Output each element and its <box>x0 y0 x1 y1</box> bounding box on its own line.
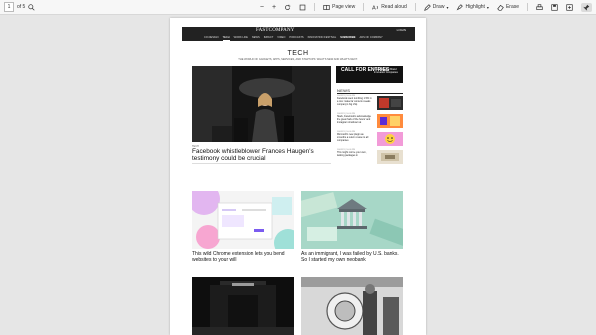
nav-item[interactable]: VIDEO <box>277 35 285 41</box>
page-view-button[interactable]: Page view <box>323 4 355 11</box>
draw-button[interactable]: Draw ▾ <box>423 3 448 11</box>
card-title: As an immigrant, I was failed by U.S. ba… <box>301 251 399 263</box>
card-image <box>192 191 294 249</box>
page-view-icon <box>323 4 330 11</box>
section-title: TECH <box>287 50 309 57</box>
zoom-out-button[interactable]: − <box>260 4 264 11</box>
erase-button[interactable]: Erase <box>497 4 519 11</box>
toolbar-separator <box>414 3 416 11</box>
page-navigation: 1 of 5 <box>4 2 35 12</box>
nav-item[interactable]: INNOVATION FESTIVAL <box>308 35 337 41</box>
news-text: Facebook went tumbling 1.5% in a row: ma… <box>337 97 372 106</box>
news-text: Microsoft's new plugin as smooths a retu… <box>337 133 369 142</box>
pdf-page: FASTCOMPANY LOGIN CO.DESIGN TECH WORK LI… <box>170 18 426 335</box>
read-aloud-button[interactable]: A Read aloud <box>372 4 407 11</box>
pdf-toolbar: 1 of 5 − + Page view A Read aloud Draw ▾… <box>0 0 596 15</box>
card-title: This wild Chrome extension lets you bend… <box>192 251 285 263</box>
highlight-button[interactable]: Highlight ▾ <box>456 3 489 11</box>
chevron-down-icon[interactable]: ▾ <box>487 5 489 10</box>
erase-label: Erase <box>505 4 519 10</box>
news-item[interactable]: 10/05/21 | 10:00 PM This might not be yo… <box>337 149 403 166</box>
news-thumbnail <box>377 96 403 110</box>
nav-item-active[interactable]: TECH <box>222 35 230 41</box>
svg-text:A: A <box>372 5 376 10</box>
toolbar-separator <box>363 3 365 11</box>
read-aloud-icon: A <box>372 4 379 11</box>
section-subtitle: THE WORLD OF GADGETS, APPS, SERVICES, AN… <box>238 58 358 61</box>
divider <box>192 163 331 164</box>
highlight-label: Highlight <box>465 4 485 10</box>
pen-icon <box>423 3 431 11</box>
ad-subtitle: Fast Company Brand Innovation Companies <box>374 68 398 74</box>
nav-item[interactable]: IMPACT <box>264 35 274 41</box>
eraser-icon <box>497 4 504 11</box>
page-view-label: Page view <box>332 4 356 10</box>
news-item[interactable]: 10/05/21 | 10:00 PM Slack, Facebook's ac… <box>337 113 403 130</box>
news-item[interactable]: 10/05/21 | 10:00 PM Microsoft's new plug… <box>337 131 403 148</box>
page-total: of 5 <box>17 4 26 10</box>
site-header: FASTCOMPANY LOGIN CO.DESIGN TECH WORK LI… <box>182 27 415 41</box>
toolbar-separator <box>314 3 316 11</box>
news-text: This might not be your own, lacking pack… <box>337 151 367 157</box>
news-thumbnail <box>377 114 403 128</box>
card-image <box>301 277 403 335</box>
call-for-entries-ad[interactable]: CALL FOR ENTRIES Fast Company Brand Inno… <box>336 66 403 83</box>
news-text: Slack, Facebook's acknowledge the great … <box>337 115 371 124</box>
print-icon[interactable] <box>536 3 543 11</box>
login-link[interactable]: LOGIN <box>397 28 406 32</box>
card-image <box>192 277 294 335</box>
save-icon[interactable] <box>551 3 558 11</box>
fit-page-icon[interactable] <box>299 4 306 11</box>
divider <box>337 93 403 94</box>
news-thumbnail <box>377 132 403 146</box>
news-item[interactable]: 10/05/21 | 10:00 PM Facebook went tumbli… <box>337 95 403 112</box>
nav-item[interactable]: CO.DESIGN <box>204 35 219 41</box>
hero-image[interactable] <box>192 66 331 142</box>
nav-item[interactable]: SUBSCRIBE <box>340 35 355 41</box>
read-aloud-label: Read aloud <box>381 4 407 10</box>
card-image <box>301 191 403 249</box>
site-nav: CO.DESIGN TECH WORK LIFE NEWS IMPACT VID… <box>182 35 415 41</box>
nav-item[interactable]: PODCASTS <box>289 35 303 41</box>
zoom-in-button[interactable]: + <box>272 4 276 11</box>
search-icon[interactable] <box>28 3 35 11</box>
draw-label: Draw <box>432 4 445 10</box>
save-as-icon[interactable] <box>566 3 573 11</box>
nav-item[interactable]: ADS OF COMPANY <box>359 35 382 41</box>
rotate-icon[interactable] <box>284 4 291 11</box>
nav-item[interactable]: WORK LIFE <box>234 35 248 41</box>
news-thumbnail <box>377 150 403 164</box>
nav-item[interactable]: NEWS <box>252 35 260 41</box>
highlighter-icon <box>456 3 464 11</box>
toolbar-actions: − + Page view A Read aloud Draw ▾ Highli… <box>260 0 592 14</box>
pin-icon[interactable] <box>581 2 592 12</box>
hero-title[interactable]: Facebook whistleblower Frances Haugen's … <box>192 148 332 162</box>
site-logo[interactable]: FASTCOMPANY <box>256 28 295 33</box>
toolbar-separator <box>527 3 528 11</box>
page-number-input[interactable]: 1 <box>4 2 14 12</box>
chevron-down-icon[interactable]: ▾ <box>446 5 448 10</box>
